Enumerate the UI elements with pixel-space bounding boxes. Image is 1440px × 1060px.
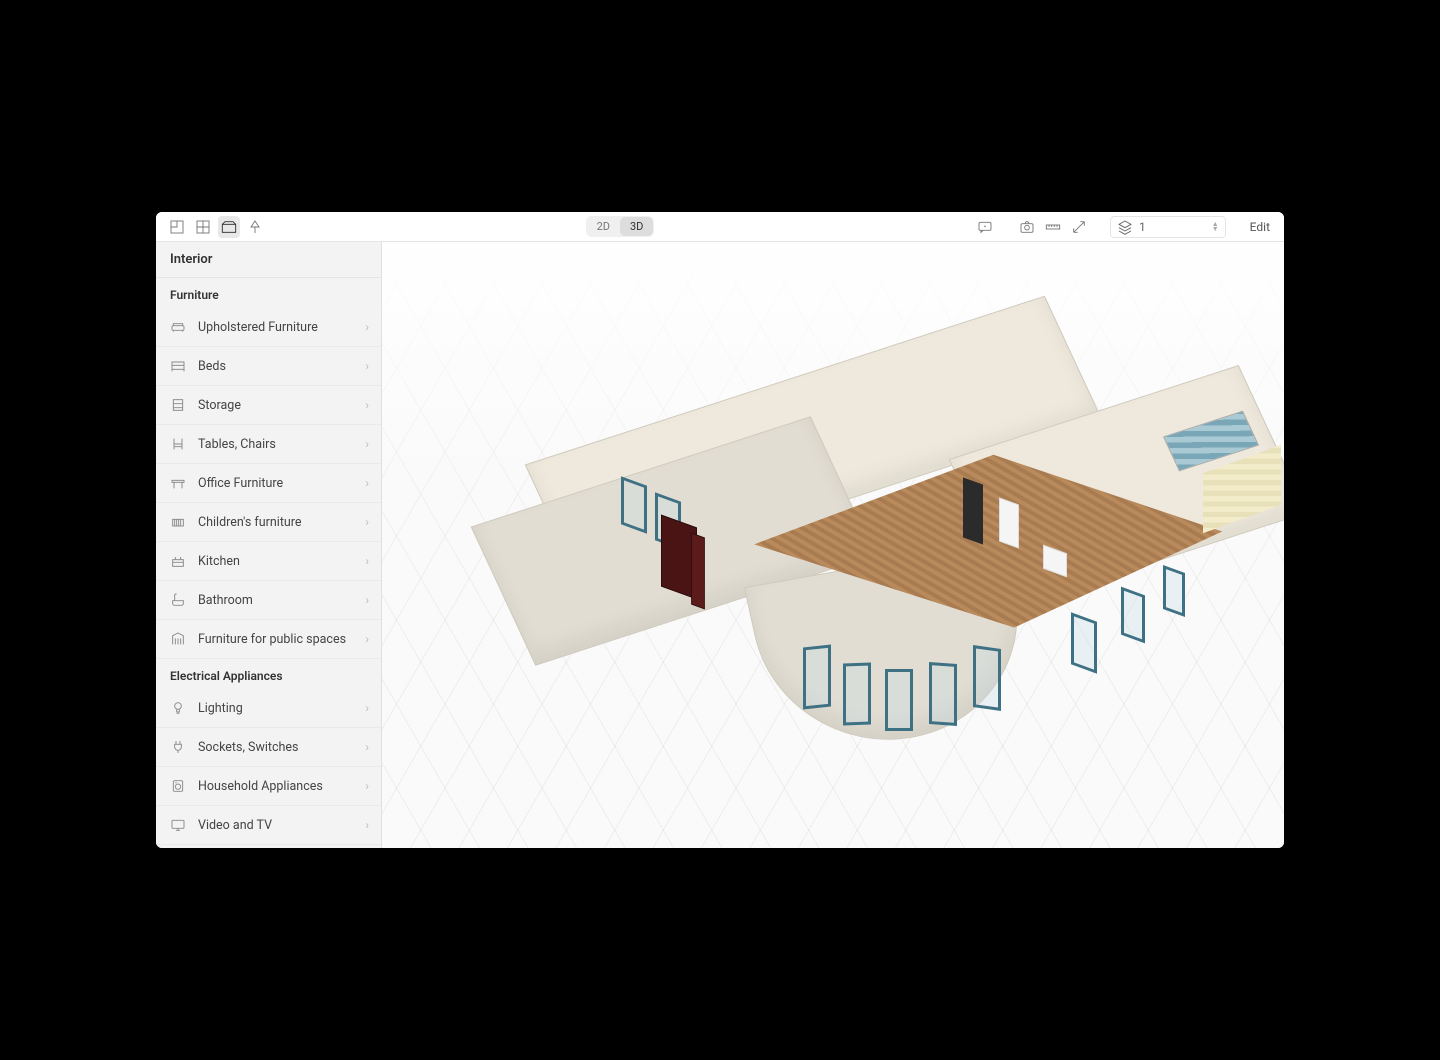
chevron-right-icon: ›	[365, 437, 369, 451]
tool-floorplan-icon[interactable]	[166, 216, 188, 238]
tool-grid-icon[interactable]	[192, 216, 214, 238]
sidebar-item-label: Furniture for public spaces	[198, 632, 355, 647]
chevron-right-icon: ›	[365, 554, 369, 568]
section-header-electrical: Electrical Appliances	[156, 659, 381, 689]
sidebar-item-label: Upholstered Furniture	[198, 320, 355, 335]
plug-icon	[168, 737, 188, 757]
sidebar-item-label: Office Furniture	[198, 476, 355, 491]
sidebar-item-public-spaces[interactable]: Furniture for public spaces ›	[156, 620, 381, 659]
sidebar-item-lighting[interactable]: Lighting ›	[156, 689, 381, 728]
sidebar-item-sockets[interactable]: Sockets, Switches ›	[156, 728, 381, 767]
bathroom-icon	[168, 590, 188, 610]
bed-icon	[168, 356, 188, 376]
chevron-right-icon: ›	[365, 632, 369, 646]
sidebar-item-storage[interactable]: Storage ›	[156, 386, 381, 425]
sidebar-item-label: Children's furniture	[198, 515, 355, 530]
layers-selector[interactable]: 1 ▲▼	[1110, 216, 1226, 238]
floorplan-model	[443, 311, 1223, 731]
sidebar-item-office[interactable]: Office Furniture ›	[156, 464, 381, 503]
chair-icon	[168, 434, 188, 454]
comment-icon[interactable]	[974, 216, 996, 238]
layers-value: 1	[1139, 220, 1146, 234]
sidebar-item-appliances[interactable]: Household Appliances ›	[156, 767, 381, 806]
crib-icon	[168, 512, 188, 532]
sidebar-item-beds[interactable]: Beds ›	[156, 347, 381, 386]
tv-icon	[168, 815, 188, 835]
sidebar-item-label: Bathroom	[198, 593, 355, 608]
chevron-right-icon: ›	[365, 320, 369, 334]
sidebar-item-label: Tables, Chairs	[198, 437, 355, 452]
sidebar-item-bathroom[interactable]: Bathroom ›	[156, 581, 381, 620]
chevron-right-icon: ›	[365, 593, 369, 607]
sidebar: Interior Furniture Upholstered Furniture…	[156, 242, 382, 848]
sidebar-item-label: Lighting	[198, 701, 355, 716]
bulb-icon	[168, 698, 188, 718]
sidebar-item-video-tv[interactable]: Video and TV ›	[156, 806, 381, 845]
app-window: 2D 3D 1 ▲▼	[156, 212, 1284, 848]
storage-icon	[168, 395, 188, 415]
3d-viewport[interactable]	[382, 242, 1284, 848]
chevron-right-icon: ›	[365, 779, 369, 793]
sidebar-item-label: Household Appliances	[198, 779, 355, 794]
chevron-right-icon: ›	[365, 476, 369, 490]
app-body: Interior Furniture Upholstered Furniture…	[156, 242, 1284, 848]
sidebar-title: Interior	[156, 242, 381, 278]
view-mode-toggle: 2D 3D	[586, 216, 655, 237]
desk-icon	[168, 473, 188, 493]
sidebar-item-children[interactable]: Children's furniture ›	[156, 503, 381, 542]
sidebar-item-label: Video and TV	[198, 818, 355, 833]
sidebar-item-label: Kitchen	[198, 554, 355, 569]
tool-interior-icon[interactable]	[218, 216, 240, 238]
sidebar-item-label: Sockets, Switches	[198, 740, 355, 755]
edit-button[interactable]: Edit	[1246, 220, 1274, 234]
layers-stepper[interactable]: ▲▼	[1212, 222, 1219, 232]
sidebar-item-kitchen[interactable]: Kitchen ›	[156, 542, 381, 581]
chevron-right-icon: ›	[365, 740, 369, 754]
measure-icon[interactable]	[1068, 216, 1090, 238]
camera-icon[interactable]	[1016, 216, 1038, 238]
chevron-right-icon: ›	[365, 359, 369, 373]
sidebar-item-tables-chairs[interactable]: Tables, Chairs ›	[156, 425, 381, 464]
kitchen-icon	[168, 551, 188, 571]
chevron-right-icon: ›	[365, 398, 369, 412]
toolbar: 2D 3D 1 ▲▼	[156, 212, 1284, 242]
section-header-furniture: Furniture	[156, 278, 381, 308]
view-mode-3d[interactable]: 3D	[620, 217, 653, 236]
sidebar-item-label: Beds	[198, 359, 355, 374]
layers-icon	[1117, 219, 1133, 235]
view-mode-2d[interactable]: 2D	[587, 217, 620, 236]
tool-tree-icon[interactable]	[244, 216, 266, 238]
appliance-icon	[168, 776, 188, 796]
chevron-right-icon: ›	[365, 818, 369, 832]
public-icon	[168, 629, 188, 649]
ruler-icon[interactable]	[1042, 216, 1064, 238]
chevron-right-icon: ›	[365, 515, 369, 529]
sidebar-item-label: Storage	[198, 398, 355, 413]
sidebar-item-upholstered[interactable]: Upholstered Furniture ›	[156, 308, 381, 347]
sofa-icon	[168, 317, 188, 337]
chevron-right-icon: ›	[365, 701, 369, 715]
